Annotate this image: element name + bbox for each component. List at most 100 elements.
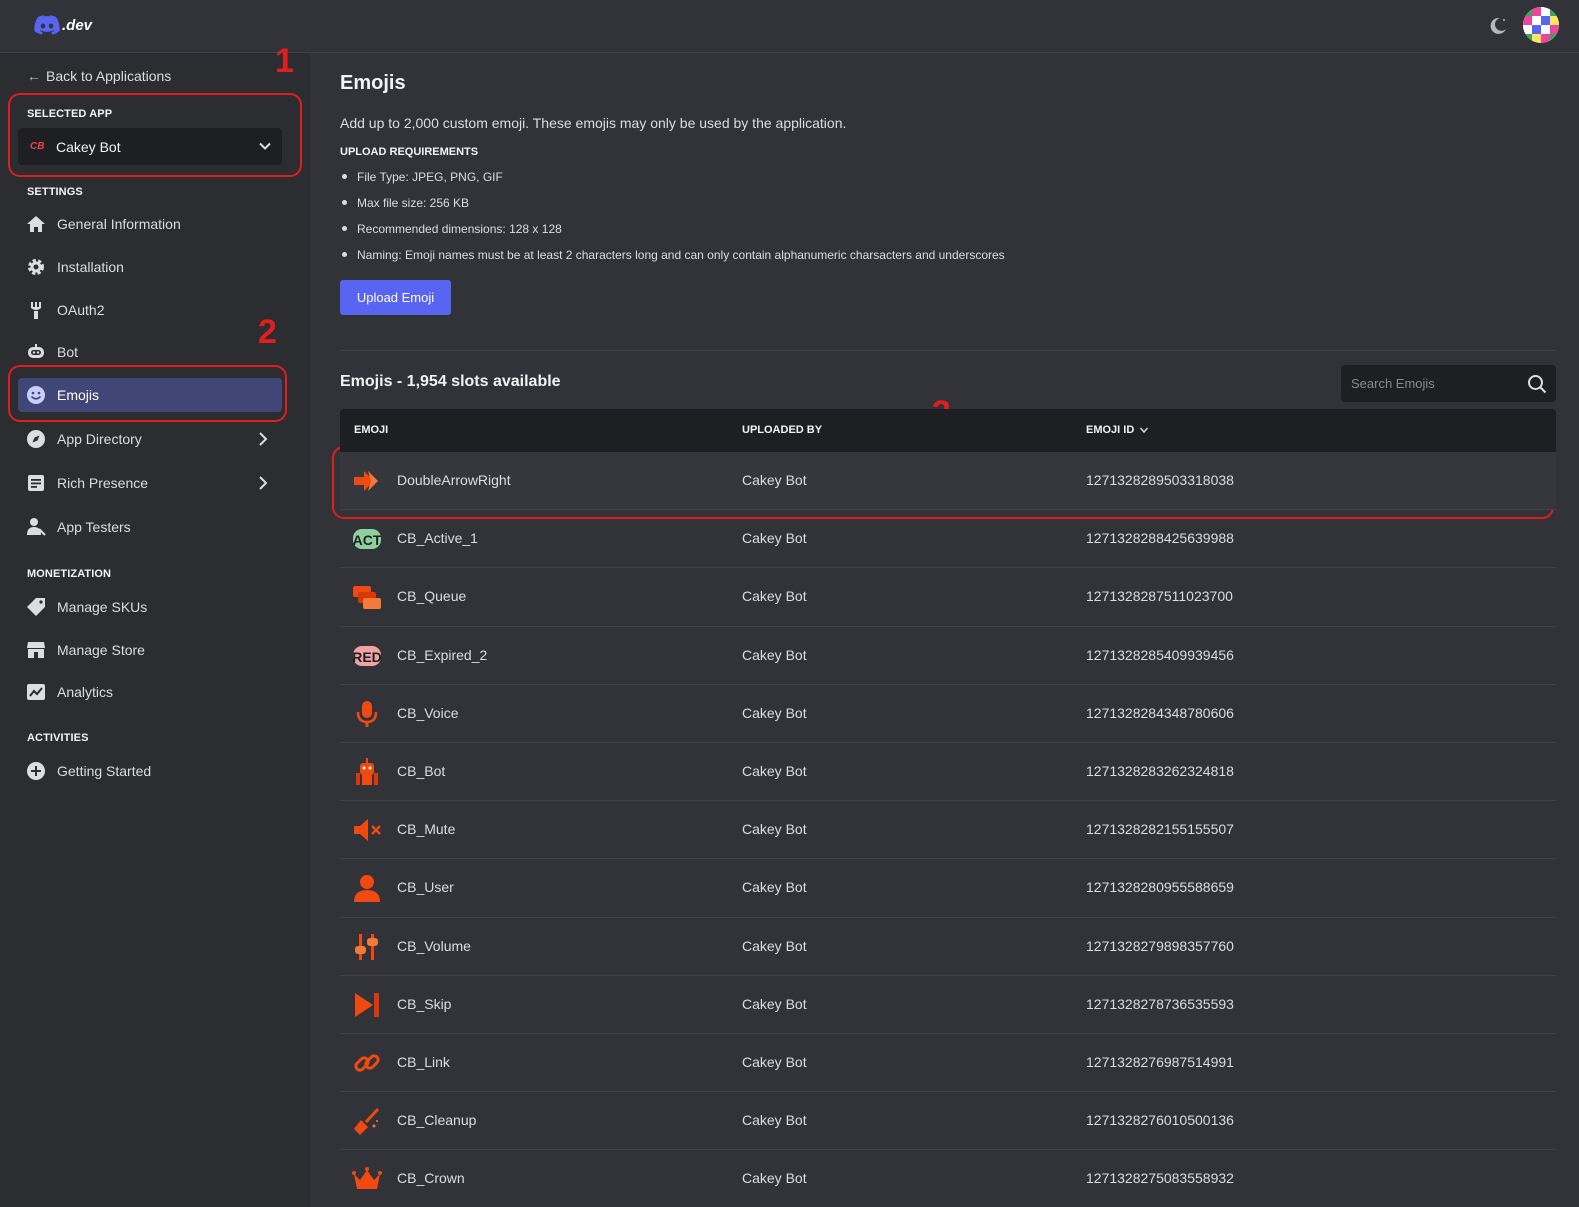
annotation-number-2: 2 — [258, 313, 277, 351]
home-icon — [26, 214, 46, 234]
sidebar-item-manage-store[interactable]: Manage Store — [18, 633, 282, 667]
emoji-list-title: Emojis - 1,954 slots available — [340, 373, 561, 390]
table-row[interactable]: CB_User Cakey Bot 1271328280955588659 — [340, 859, 1556, 918]
table-row[interactable]: CB_Link Cakey Bot 1271328276987514991 — [340, 1034, 1556, 1093]
microphone-icon — [352, 699, 382, 729]
table-row[interactable]: CB_Queue Cakey Bot 1271328287511023700 — [340, 568, 1556, 627]
emoji-id: 1271328279898357760 — [1086, 937, 1234, 954]
sidebar-item-label: Emojis — [57, 387, 100, 403]
gear-icon — [26, 257, 46, 277]
sidebar-item-getting-started[interactable]: Getting Started — [18, 754, 282, 788]
column-header-emoji-id[interactable]: EMOJI ID — [1086, 424, 1149, 436]
user-icon — [352, 873, 382, 903]
emoji-name: CB_Mute — [397, 821, 456, 838]
red-badge-icon: RED — [352, 641, 382, 671]
search-icon[interactable] — [1527, 374, 1547, 394]
emoji-id: 1271328280955588659 — [1086, 879, 1234, 896]
table-row[interactable]: RED CB_Expired_2 Cakey Bot 1271328285409939… — [340, 627, 1556, 685]
sidebar-item-label: OAuth2 — [57, 302, 105, 318]
activities-label: ACTIVITIES — [27, 732, 89, 744]
sidebar-item-emojis[interactable]: Emojis — [18, 378, 282, 412]
column-header-uploaded-by[interactable]: UPLOADED BY — [742, 424, 822, 436]
app-selector-dropdown[interactable]: CB Cakey Bot — [18, 128, 282, 165]
speaker-mute-icon — [352, 815, 382, 845]
sidebar-item-label: Manage SKUs — [57, 599, 148, 615]
app-name: Cakey Bot — [56, 138, 121, 155]
emoji-id: 1271328289503318038 — [1086, 472, 1234, 488]
column-header-emoji[interactable]: EMOJI — [354, 424, 388, 436]
uploaded-by: Cakey Bot — [742, 646, 807, 663]
upload-requirements-label: UPLOAD REQUIREMENTS — [340, 146, 479, 158]
table-row[interactable]: CB_Mute Cakey Bot 1271328282155155507 — [340, 801, 1556, 860]
sidebar-item-app-testers[interactable]: App Testers — [18, 510, 282, 544]
uploaded-by: Cakey Bot — [742, 879, 807, 896]
robot-icon — [352, 757, 382, 787]
table-row[interactable]: CB_Bot Cakey Bot 1271328283262324818 — [340, 743, 1556, 802]
sidebar: ← Back to Applications SELECTED APP CB C… — [0, 53, 310, 1207]
moon-icon[interactable] — [1488, 16, 1508, 36]
table-row[interactable]: DoubleArrowRight Cakey Bot 127132828950331… — [340, 452, 1556, 511]
plus-circle-icon — [26, 761, 46, 781]
tag-icon — [26, 597, 46, 617]
crown-icon — [352, 1164, 382, 1194]
emoji-id: 1271328284348780606 — [1086, 704, 1234, 721]
requirement-item: File Type: JPEG, PNG, GIF — [340, 167, 1005, 193]
uploaded-by: Cakey Bot — [742, 704, 807, 721]
sidebar-item-label: Getting Started — [57, 763, 152, 779]
table-row[interactable]: CB_Cleanup Cakey Bot 1271328276010500136 — [340, 1092, 1556, 1151]
act-badge-icon: ACT — [352, 524, 382, 554]
sidebar-item-installation[interactable]: Installation — [18, 250, 282, 284]
table-row[interactable]: CB_Crown Cakey Bot 1271328275083558932 — [340, 1150, 1556, 1207]
search-box — [1341, 365, 1556, 402]
uploaded-by: Cakey Bot — [742, 588, 807, 605]
link-icon — [352, 1048, 382, 1078]
compass-icon — [26, 429, 46, 449]
chart-icon — [26, 682, 46, 702]
sidebar-item-analytics[interactable]: Analytics — [18, 675, 282, 709]
discord-dev-logo[interactable]: .dev — [34, 15, 92, 35]
table-row[interactable]: CB_Skip Cakey Bot 1271328278736535593 — [340, 976, 1556, 1034]
table-row[interactable]: CB_Voice Cakey Bot 1271328284348780606 — [340, 685, 1556, 743]
sidebar-item-label: Bot — [57, 344, 79, 360]
search-input[interactable] — [1341, 365, 1511, 402]
emoji-id: 1271328285409939456 — [1086, 646, 1234, 663]
sidebar-item-label: Installation — [57, 259, 124, 275]
smile-icon — [26, 385, 46, 405]
sidebar-item-bot[interactable]: Bot — [18, 335, 282, 369]
sidebar-item-label: Rich Presence — [57, 475, 149, 491]
document-icon — [26, 473, 46, 493]
sidebar-item-general-information[interactable]: General Information — [18, 207, 282, 241]
uploaded-by: Cakey Bot — [742, 472, 807, 488]
sidebar-item-label: General Information — [57, 216, 181, 232]
avatar[interactable] — [1523, 7, 1559, 43]
emoji-name: CB_Link — [397, 1053, 450, 1070]
annotation-number-1: 1 — [275, 42, 294, 80]
broom-icon — [352, 1106, 382, 1136]
table-row[interactable]: CB_Volume Cakey Bot 1271328279898357760 — [340, 918, 1556, 976]
requirements-list: File Type: JPEG, PNG, GIF Max file size:… — [340, 167, 1005, 271]
sidebar-item-rich-presence[interactable]: Rich Presence — [18, 466, 282, 500]
arrow-left-icon: ← — [27, 68, 41, 84]
emoji-name: CB_User — [397, 879, 454, 896]
sidebar-item-label: Manage Store — [57, 642, 145, 658]
skip-icon — [352, 990, 382, 1020]
upload-emoji-button[interactable]: Upload Emoji — [340, 280, 451, 315]
queue-icon — [352, 582, 382, 612]
page-title: Emojis — [340, 72, 406, 94]
requirement-item: Recommended dimensions: 128 x 128 — [340, 219, 1005, 245]
logo-text: .dev — [62, 16, 93, 34]
uploaded-by: Cakey Bot — [742, 937, 807, 954]
sort-chevron-down-icon — [1140, 427, 1149, 434]
wrench-icon — [26, 300, 46, 320]
sidebar-item-label: Analytics — [57, 684, 114, 700]
sidebar-item-manage-skus[interactable]: Manage SKUs — [18, 590, 282, 624]
sidebar-item-oauth2[interactable]: OAuth2 — [18, 293, 282, 327]
double-arrow-right-icon — [352, 466, 382, 496]
table-row[interactable]: ACT CB_Active_1 Cakey Bot 12713282884256399… — [340, 510, 1556, 569]
sliders-icon — [352, 932, 382, 962]
emoji-name: CB_Cleanup — [397, 1112, 477, 1129]
chevron-down-icon — [259, 142, 271, 150]
sidebar-item-app-directory[interactable]: App Directory — [18, 422, 282, 456]
back-to-applications-link[interactable]: ← Back to Applications — [27, 68, 171, 84]
back-label: Back to Applications — [46, 68, 172, 84]
